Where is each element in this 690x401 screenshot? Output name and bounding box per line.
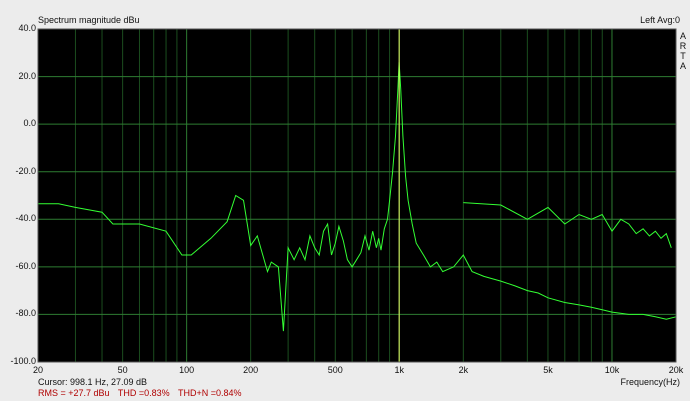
- rms-value: RMS = +27.7 dBu: [38, 388, 110, 398]
- x-tick-label: 50: [117, 365, 128, 375]
- plot-background: [38, 29, 676, 362]
- cursor-readout: Cursor: 998.1 Hz, 27.09 dB: [38, 377, 148, 387]
- thd-value: THD =0.83%: [117, 388, 170, 398]
- y-tick-label: -100.0: [10, 356, 36, 366]
- spectrum-plot[interactable]: [0, 0, 690, 401]
- measurement-stats: RMS = +27.7 dBu THD =0.83% THD+N =0.84%: [38, 388, 248, 398]
- x-tick-label: 500: [327, 365, 343, 375]
- y-tick-label: -60.0: [15, 260, 36, 271]
- y-tick-label: 20.0: [18, 70, 36, 81]
- x-tick-label: 2k: [458, 365, 469, 375]
- y-tick-label: -40.0: [15, 213, 36, 224]
- y-tick-label: 0.0: [23, 118, 36, 129]
- x-tick-label: 5k: [543, 365, 553, 375]
- x-tick-label: 100: [179, 365, 195, 375]
- thdn-value: THD+N =0.84%: [178, 388, 242, 398]
- x-axis-label: Frequency(Hz): [620, 377, 680, 387]
- x-tick-label: 200: [243, 365, 259, 375]
- x-tick-label: 10k: [604, 365, 620, 375]
- y-tick-label: -80.0: [15, 308, 36, 319]
- spectrum-window: Spectrum magnitude dBu Left Avg:0 A R T …: [0, 0, 690, 401]
- x-tick-label: 20: [32, 365, 44, 375]
- x-tick-label: 20k: [668, 365, 684, 375]
- y-tick-label: 40.0: [18, 23, 36, 33]
- x-tick-label: 1k: [394, 365, 405, 375]
- y-tick-label: -20.0: [15, 165, 36, 176]
